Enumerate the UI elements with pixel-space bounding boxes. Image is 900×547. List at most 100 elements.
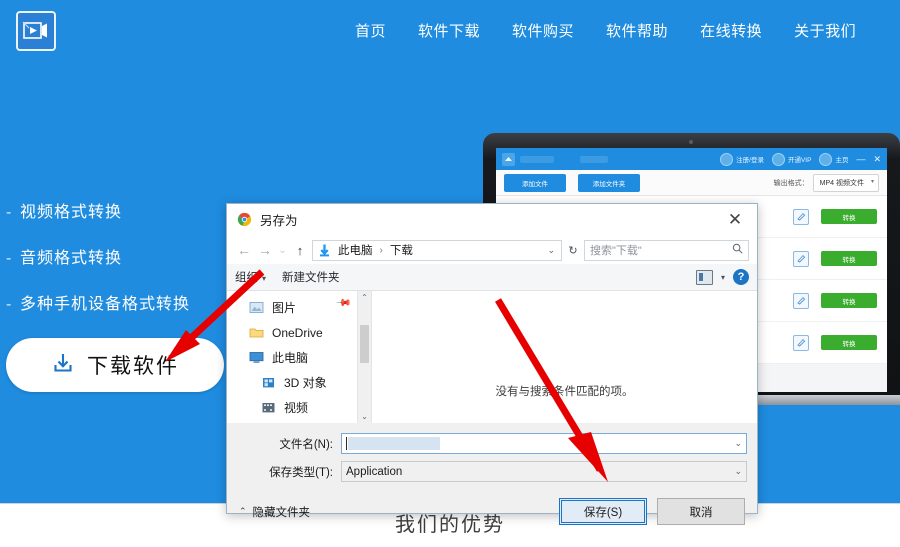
minimize-icon[interactable]: —: [856, 154, 865, 164]
filetype-select[interactable]: Application ⌄: [341, 461, 747, 482]
sidebar-item-label: 3D 对象: [284, 376, 327, 390]
app-title-ghost-text: [520, 155, 554, 163]
feature-item-audio: - 音频格式转换: [6, 244, 190, 268]
search-placeholder: 搜索"下载": [590, 245, 642, 257]
file-list-pane[interactable]: 没有与搜索条件匹配的项。: [372, 291, 757, 423]
nav-item-purchase[interactable]: 软件购买: [512, 20, 574, 41]
dialog-title: 另存为: [260, 214, 298, 228]
download-arrow-icon: [317, 243, 332, 258]
up-button[interactable]: ↑: [291, 243, 309, 258]
convert-button[interactable]: 转换: [821, 335, 877, 350]
add-file-button[interactable]: 添加文件: [504, 173, 566, 192]
sidebar-item-label: OneDrive: [272, 325, 323, 340]
convert-button[interactable]: 转换: [821, 251, 877, 266]
download-software-button[interactable]: 下载软件: [6, 338, 224, 392]
edit-icon[interactable]: [793, 292, 809, 309]
close-icon[interactable]: ✕: [713, 204, 757, 236]
organize-button[interactable]: 组织 ▾: [235, 269, 266, 285]
3d-objects-icon: [261, 376, 277, 390]
breadcrumb-separator: ›: [379, 244, 383, 256]
onedrive-icon: [249, 326, 265, 340]
forward-button[interactable]: →: [256, 242, 274, 258]
breadcrumb-item-this-pc[interactable]: 此电脑: [338, 242, 373, 258]
video-film-icon[interactable]: [16, 11, 56, 51]
sidebar-scrollbar[interactable]: ⌃ ⌄: [357, 291, 371, 423]
edit-icon[interactable]: [793, 208, 809, 225]
nav-item-help[interactable]: 软件帮助: [606, 20, 668, 41]
breadcrumb-item-downloads[interactable]: 下载: [390, 242, 413, 258]
organize-label: 组织: [235, 272, 258, 284]
sidebar-item-pictures[interactable]: 图片: [227, 295, 371, 320]
scrollbar-thumb[interactable]: [360, 325, 369, 363]
feature-label: 视频格式转换: [20, 204, 123, 221]
sidebar-item-onedrive[interactable]: OneDrive: [227, 320, 371, 345]
sidebar-item-3d-objects[interactable]: 3D 对象: [227, 370, 371, 395]
nav-item-about[interactable]: 关于我们: [794, 20, 856, 41]
help-icon[interactable]: ?: [733, 269, 749, 285]
output-format-value: MP4 视频文件: [819, 179, 864, 187]
scroll-down-icon[interactable]: ⌄: [358, 410, 371, 423]
app-toolbar: 添加文件 添加文件夹 输出格式： MP4 视频文件 ▾: [496, 170, 887, 196]
filetype-row: 保存类型(T): Application ⌄: [227, 460, 757, 483]
vip-chip-label: 开通VIP: [787, 157, 812, 164]
filename-row: 文件名(N): ⌄: [227, 432, 757, 455]
address-bar[interactable]: 此电脑 › 下载 ⌄: [312, 239, 562, 261]
convert-button[interactable]: 转换: [821, 293, 877, 308]
chevron-down-icon[interactable]: ▾: [721, 273, 725, 282]
search-input[interactable]: 搜索"下载": [584, 239, 749, 261]
download-button-label: 下载软件: [87, 355, 179, 378]
user-icon: [720, 152, 734, 166]
dialog-titlebar: 另存为 ✕: [227, 204, 757, 236]
dialog-toolbar-right: ▾ ?: [695, 269, 749, 285]
bullet-dash: -: [6, 204, 13, 221]
empty-state-message: 没有与搜索条件匹配的项。: [495, 386, 634, 398]
vip-chip[interactable]: 开通VIP: [771, 152, 812, 166]
chevron-down-icon[interactable]: ⌄: [734, 466, 742, 477]
dialog-toolbar: 组织 ▾ 新建文件夹 ▾ ?: [227, 264, 757, 291]
page-title: 我们的优势: [395, 514, 505, 536]
sidebar-item-label: 视频: [284, 401, 309, 415]
selected-text-highlight: [348, 437, 440, 450]
account-chip-label: 注册/登录: [736, 157, 764, 164]
dialog-body: 图片 OneDrive 此电脑 3D 对象 视频 📌 ⌃ ⌄ 没有与搜索条件匹配…: [227, 291, 757, 423]
pictures-icon: [249, 301, 265, 315]
back-button[interactable]: ←: [235, 242, 253, 258]
chevron-down-icon[interactable]: ⌄: [734, 438, 742, 449]
chevron-down-icon: ▾: [870, 178, 874, 185]
app-logo-icon: [502, 152, 515, 166]
account-chip[interactable]: 注册/登录: [720, 152, 764, 166]
app-titlebar: 注册/登录 开通VIP 主页 — ✕: [496, 148, 887, 170]
edit-icon[interactable]: [793, 250, 809, 267]
new-folder-button[interactable]: 新建文件夹: [282, 269, 340, 285]
feature-label: 多种手机设备格式转换: [20, 296, 191, 313]
dialog-sidebar: 图片 OneDrive 此电脑 3D 对象 视频 📌 ⌃ ⌄: [227, 291, 372, 423]
scroll-up-icon[interactable]: ⌃: [358, 291, 371, 304]
filename-label: 文件名(N):: [279, 438, 333, 451]
filetype-value: Application: [346, 465, 403, 478]
edit-icon[interactable]: [793, 334, 809, 351]
sidebar-item-label: 图片: [272, 301, 297, 315]
sidebar-item-this-pc[interactable]: 此电脑: [227, 345, 371, 370]
bullet-dash: -: [6, 250, 13, 267]
sidebar-item-videos[interactable]: 视频: [227, 395, 371, 420]
nav-item-home[interactable]: 首页: [355, 20, 386, 41]
bullet-dash: -: [6, 296, 13, 313]
app-titlebar-actions: 注册/登录 开通VIP 主页 — ✕: [720, 152, 881, 166]
filename-input[interactable]: ⌄: [341, 433, 747, 454]
nav-item-online-convert[interactable]: 在线转换: [700, 20, 762, 41]
nav-item-download[interactable]: 软件下载: [418, 20, 480, 41]
feature-item-video: - 视频格式转换: [6, 198, 190, 222]
home-chip[interactable]: 主页: [819, 152, 848, 166]
add-folder-button[interactable]: 添加文件夹: [578, 173, 640, 192]
view-mode-icon[interactable]: [695, 269, 713, 285]
app-title-ghost-text-2: [580, 155, 608, 163]
recent-locations-button[interactable]: ⌄: [277, 245, 288, 256]
convert-button[interactable]: 转换: [821, 209, 877, 224]
close-icon[interactable]: ✕: [873, 154, 881, 164]
home-icon: [819, 152, 833, 166]
filetype-label: 保存类型(T):: [269, 466, 333, 479]
refresh-icon[interactable]: ↻: [565, 244, 581, 257]
output-format-select[interactable]: MP4 视频文件 ▾: [812, 173, 879, 192]
output-format-group: 输出格式： MP4 视频文件 ▾: [774, 173, 879, 192]
chevron-down-icon[interactable]: ⌄: [547, 245, 557, 256]
